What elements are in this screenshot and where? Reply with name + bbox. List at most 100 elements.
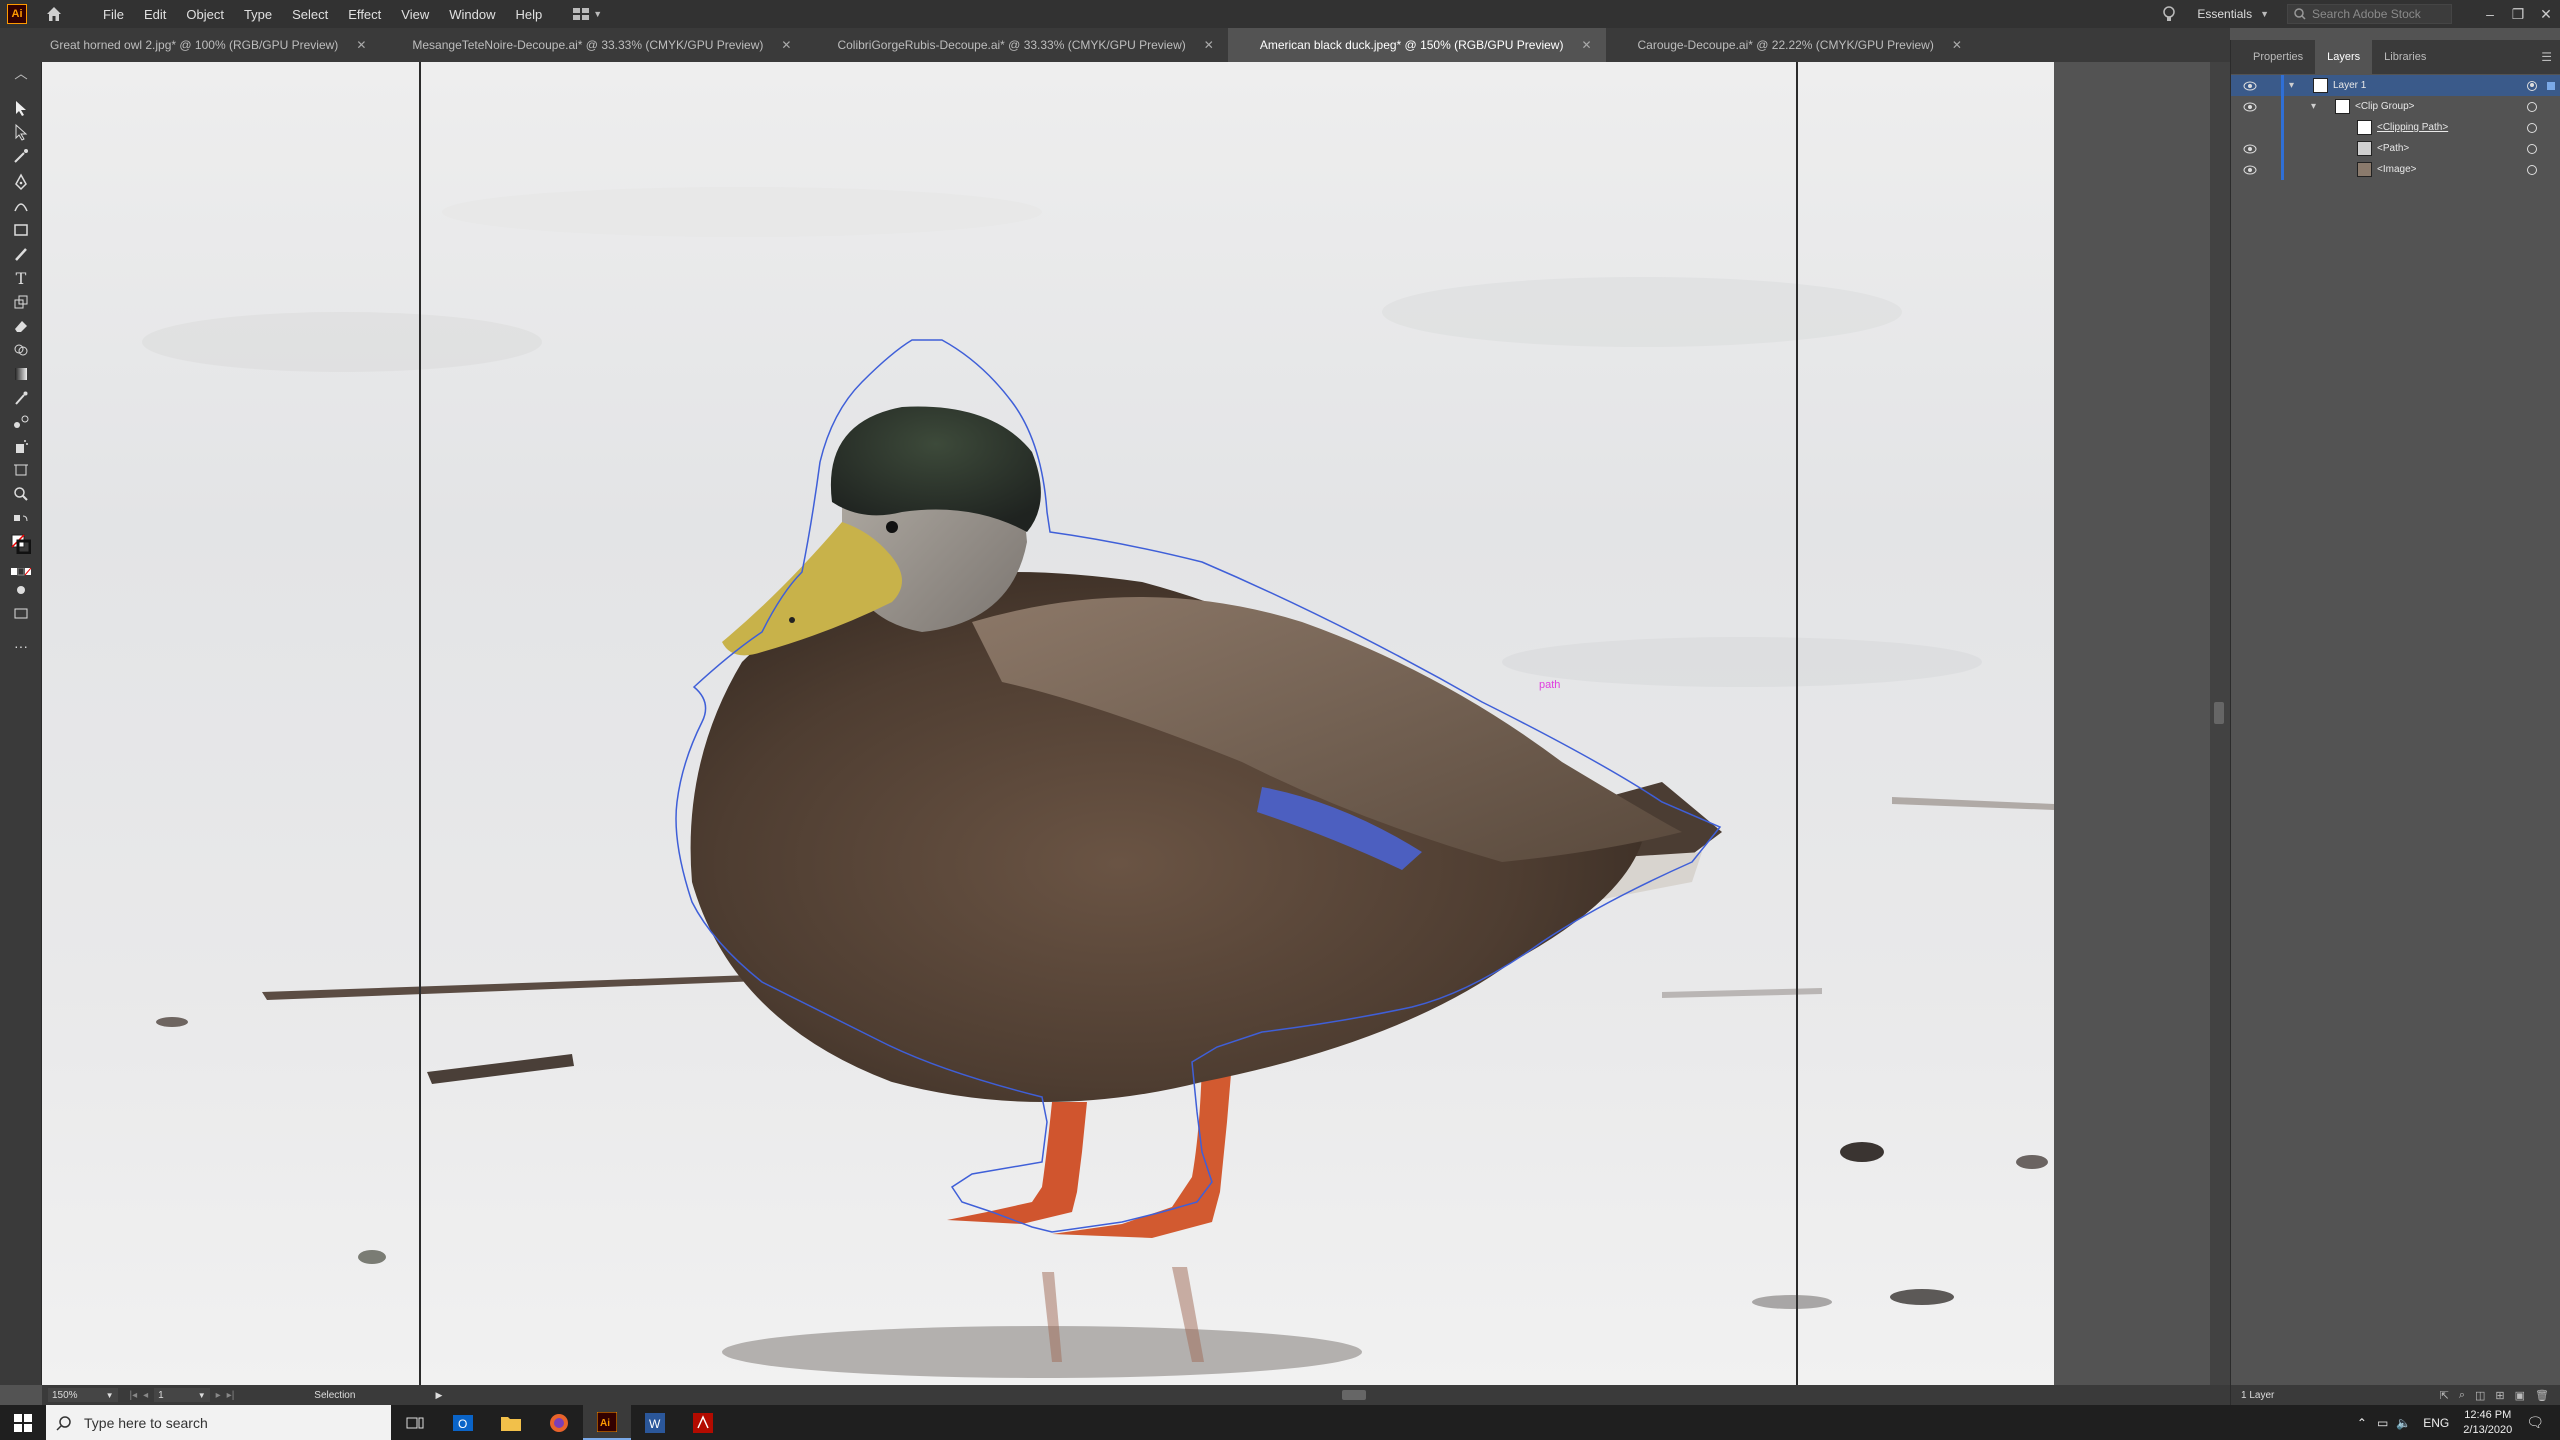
taskbar-search[interactable]: Type here to search [46,1405,391,1440]
chevron-down-icon[interactable]: ▾ [2289,80,2294,91]
selection-tool-icon[interactable] [11,98,31,118]
make-clipping-mask-icon[interactable]: ◫ [2475,1389,2485,1402]
tab-american-black-duck[interactable]: American black duck.jpeg* @ 150% (RGB/GP… [1227,28,1606,62]
menu-effect[interactable]: Effect [348,7,381,22]
layer-row-image[interactable]: <Image> [2231,159,2560,180]
canvas-area[interactable]: path [42,62,2230,1385]
close-icon[interactable]: ✕ [781,38,791,52]
draw-mode-icon[interactable] [11,580,31,600]
layer-name[interactable]: <Path> [2377,143,2409,154]
system-clock[interactable]: 12:46 PM 2/13/2020 [2463,1408,2512,1438]
new-layer-icon[interactable]: ▣ [2515,1389,2525,1402]
tab-layers[interactable]: Layers [2315,40,2373,74]
next-artboard-icon[interactable]: ▸ [216,1390,221,1401]
horizontal-scrollbar[interactable] [482,1390,2102,1400]
notifications-icon[interactable]: 🗨 [2526,1414,2544,1431]
lightbulb-icon[interactable] [2161,5,2177,23]
minimize-button[interactable]: – [2476,6,2504,22]
close-icon[interactable]: ✕ [1581,38,1591,52]
restore-button[interactable]: ❐ [2504,6,2532,23]
show-hidden-icons-chevron[interactable]: ⌃ [2357,1416,2367,1430]
close-icon[interactable]: ✕ [356,38,366,52]
paintbrush-tool-icon[interactable] [11,244,31,264]
menu-view[interactable]: View [401,7,429,22]
shape-builder-tool-icon[interactable] [11,340,31,360]
menu-window[interactable]: Window [449,7,495,22]
close-window-button[interactable]: ✕ [2532,6,2560,23]
visibility-eye-icon[interactable] [2243,102,2257,112]
home-icon[interactable] [45,5,63,23]
target-icon[interactable] [2527,80,2537,91]
visibility-eye-icon[interactable] [2243,144,2257,154]
layer-name[interactable]: <Clipping Path> [2377,122,2448,133]
scale-tool-icon[interactable] [11,292,31,312]
screen-mode-icon[interactable] [11,604,31,624]
tab-libraries[interactable]: Libraries [2372,40,2438,74]
panel-menu-icon[interactable]: ☰ [2541,50,2552,64]
blend-tool-icon[interactable] [11,412,31,432]
delete-layer-icon[interactable]: 🗑 [2535,1389,2549,1402]
swap-colors-icon[interactable] [11,512,31,532]
network-icon[interactable]: ▭ [2377,1416,2388,1430]
type-tool-icon[interactable]: T [11,268,31,288]
export-icon[interactable]: ⇱ [2440,1389,2449,1402]
illustrator-app[interactable]: Ai [583,1405,631,1440]
layer-name[interactable]: <Image> [2377,164,2416,175]
target-icon[interactable] [2527,143,2537,154]
windows-start-button[interactable] [0,1405,46,1440]
symbol-sprayer-tool-icon[interactable] [11,436,31,456]
curvature-tool-icon[interactable] [11,196,31,216]
menu-edit[interactable]: Edit [144,7,166,22]
layer-name[interactable]: Layer 1 [2333,80,2366,91]
layer-row-clip-group[interactable]: ▾ <Clip Group> [2231,96,2560,117]
file-explorer-app[interactable] [487,1405,535,1440]
visibility-eye-icon[interactable] [2243,81,2257,91]
word-app[interactable]: W [631,1405,679,1440]
gradient-tool-icon[interactable] [11,364,31,384]
collapse-tools-icon[interactable] [11,70,31,90]
visibility-eye-icon[interactable] [2243,165,2257,175]
task-view-button[interactable] [391,1405,439,1440]
last-artboard-icon[interactable]: ▸| [227,1390,235,1401]
workspace-switcher[interactable]: Essentials [2197,7,2252,21]
direct-selection-tool-icon[interactable] [11,122,31,142]
status-menu-arrow[interactable]: ▶ [435,1390,442,1401]
artboard-tool-icon[interactable] [11,460,31,480]
layer-row-path[interactable]: <Path> [2231,138,2560,159]
scrollbar-thumb[interactable] [2214,702,2224,724]
rectangle-tool-icon[interactable] [11,220,31,240]
locate-object-icon[interactable]: ⌕ [2459,1389,2465,1402]
fill-stroke-swatch[interactable] [11,534,31,554]
eyedropper-tool-icon[interactable] [11,388,31,408]
target-icon[interactable] [2527,122,2537,133]
tab-colibri[interactable]: ColibriGorgeRubis-Decoupe.ai* @ 33.33% (… [805,28,1227,62]
eraser-tool-icon[interactable] [11,316,31,336]
menu-help[interactable]: Help [515,7,542,22]
tab-properties[interactable]: Properties [2241,40,2315,74]
adobe-stock-search[interactable]: Search Adobe Stock [2287,4,2452,24]
close-icon[interactable]: ✕ [1952,38,1962,52]
tab-mesange[interactable]: MesangeTeteNoire-Decoupe.ai* @ 33.33% (C… [380,28,805,62]
scrollbar-thumb[interactable] [1342,1390,1366,1400]
target-icon[interactable] [2527,101,2537,112]
zoom-tool-icon[interactable] [11,484,31,504]
menu-select[interactable]: Select [292,7,328,22]
volume-icon[interactable]: 🔈 [2396,1416,2411,1430]
menu-file[interactable]: File [103,7,124,22]
tab-carouge[interactable]: Carouge-Decoupe.ai* @ 22.22% (CMYK/GPU P… [1606,28,1976,62]
pen-tool-icon[interactable] [11,172,31,192]
arrange-documents-button[interactable]: ▼ [572,6,606,22]
first-artboard-icon[interactable]: |◂ [130,1390,138,1401]
chevron-down-icon[interactable]: ▾ [2311,101,2316,112]
acrobat-app[interactable] [679,1405,727,1440]
zoom-level-field[interactable]: 150% ▼ [48,1388,118,1402]
magic-wand-tool-icon[interactable] [11,146,31,166]
vertical-scrollbar[interactable] [2210,62,2230,1385]
outlook-app[interactable]: O [439,1405,487,1440]
layer-row-layer-1[interactable]: ▾ Layer 1 [2231,75,2560,96]
close-icon[interactable]: ✕ [1204,38,1214,52]
target-icon[interactable] [2527,164,2537,175]
input-language[interactable]: ENG [2423,1416,2449,1430]
new-sublayer-icon[interactable]: ⊞ [2495,1389,2504,1402]
tab-great-horned-owl[interactable]: Great horned owl 2.jpg* @ 100% (RGB/GPU … [18,28,380,62]
